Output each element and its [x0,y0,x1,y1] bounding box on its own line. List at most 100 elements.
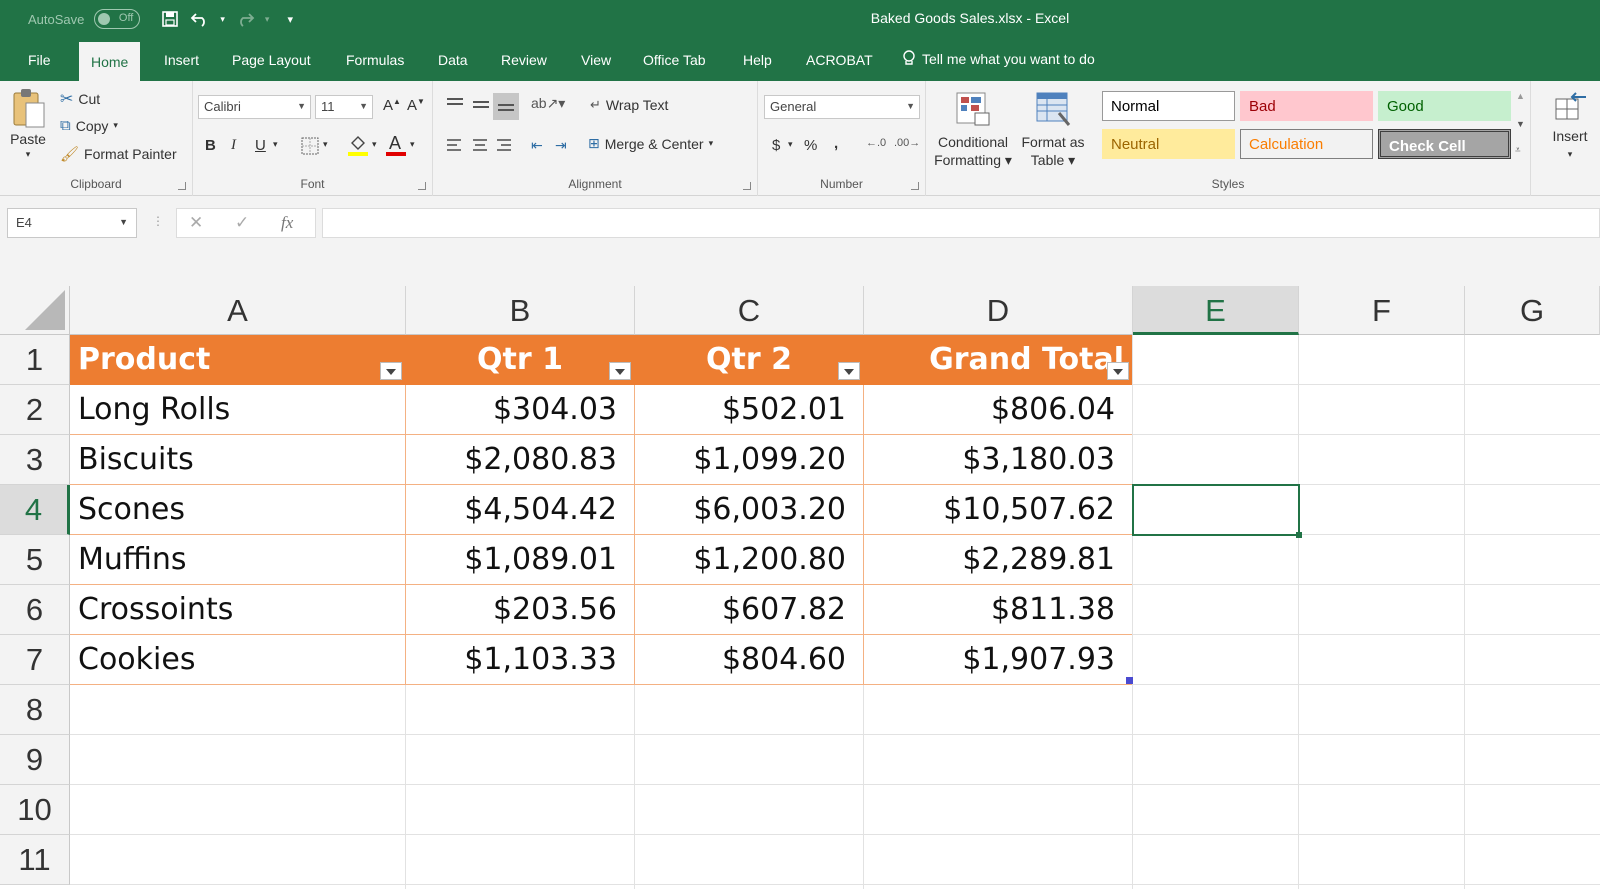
number-launcher-icon[interactable] [911,182,919,190]
paste-button[interactable]: Paste ▾ [10,87,46,160]
style-good[interactable]: Good [1378,91,1511,121]
column-header-a[interactable]: A [70,286,406,335]
table-cell[interactable]: $10,507.62 [864,485,1133,535]
name-box[interactable]: E4 ▼ [7,208,137,238]
filter-dropdown-icon[interactable] [609,362,631,380]
format-painter-button[interactable]: 🖌 Format Painter [60,145,177,163]
row-header-9[interactable]: 9 [0,735,70,785]
active-cell-e4[interactable] [1132,484,1300,536]
table-cell[interactable]: Biscuits [70,435,406,485]
filter-dropdown-icon[interactable] [380,362,402,380]
table-cell[interactable]: $1,200.80 [635,535,864,585]
style-neutral[interactable]: Neutral [1102,129,1235,159]
row-header-3[interactable]: 3 [0,435,70,485]
underline-dropdown-icon[interactable]: ▾ [273,139,278,150]
font-name-select[interactable]: Calibri ▼ [198,95,311,119]
align-right-icon[interactable] [495,137,513,158]
table-cell[interactable]: $304.03 [406,385,635,435]
row-header-2[interactable]: 2 [0,385,70,435]
font-launcher-icon[interactable] [418,182,426,190]
percent-button[interactable]: % [804,137,817,154]
row-header-1[interactable]: 1 [0,335,70,385]
font-color-icon[interactable]: A [385,133,407,162]
column-header-b[interactable]: B [406,286,635,335]
insert-function-button[interactable]: fx [281,213,293,233]
increase-indent-icon[interactable]: ⇥ [555,137,567,154]
currency-dropdown-icon[interactable]: ▾ [788,139,793,150]
decrease-decimal-icon[interactable]: .00→ [894,137,920,149]
row-header-8[interactable]: 8 [0,685,70,735]
italic-button[interactable]: I [231,137,236,154]
cut-button[interactable]: ✂ Cut [60,89,100,109]
tab-home[interactable]: Home [79,42,141,81]
fill-color-icon[interactable] [347,133,369,162]
row-header-11[interactable]: 11 [0,835,70,885]
filter-dropdown-icon[interactable] [1107,362,1129,380]
table-header-product[interactable]: Product [70,335,406,385]
orientation-icon[interactable]: ab↗▾ [531,95,565,112]
formula-bar-grip-icon[interactable]: ⋮ [152,214,164,228]
column-header-c[interactable]: C [635,286,864,335]
tab-acrobat[interactable]: ACROBAT [802,50,877,81]
comma-style-button[interactable]: , [834,135,838,152]
table-resize-handle[interactable] [1126,677,1133,684]
align-left-icon[interactable] [445,137,463,158]
table-cell[interactable]: $6,003.20 [635,485,864,535]
fill-color-dropdown-icon[interactable]: ▾ [372,139,377,150]
row-header-5[interactable]: 5 [0,535,70,585]
merge-center-button[interactable]: ⊞ Merge & Center ▾ [588,135,713,152]
table-cell[interactable]: $1,089.01 [406,535,635,585]
table-cell[interactable]: Scones [70,485,406,535]
style-calculation[interactable]: Calculation [1240,129,1373,159]
empty-cells-region[interactable] [70,685,1600,889]
table-cell[interactable]: $203.56 [406,585,635,635]
enter-icon[interactable]: ✓ [235,213,249,233]
borders-dropdown-icon[interactable]: ▾ [323,139,328,150]
table-cell[interactable]: $3,180.03 [864,435,1133,485]
middle-align-icon[interactable] [471,97,491,118]
tab-formulas[interactable]: Formulas [342,50,408,81]
row-header-7[interactable]: 7 [0,635,70,685]
increase-decimal-icon[interactable]: ←.0 [866,137,886,149]
column-header-f[interactable]: F [1299,286,1465,335]
table-cell[interactable]: $2,289.81 [864,535,1133,585]
table-cell[interactable]: $1,099.20 [635,435,864,485]
table-cell[interactable]: $806.04 [864,385,1133,435]
underline-button[interactable]: U [255,137,266,154]
bold-button[interactable]: B [205,137,216,154]
conditional-formatting-button[interactable]: Conditional Formatting ▾ [934,89,1012,169]
tab-view[interactable]: View [577,50,615,81]
tab-review[interactable]: Review [497,50,551,81]
style-normal[interactable]: Normal [1102,91,1235,121]
column-header-g[interactable]: G [1465,286,1600,335]
wrap-text-button[interactable]: ↵ Wrap Text [590,97,668,113]
tab-insert[interactable]: Insert [160,50,203,81]
font-color-dropdown-icon[interactable]: ▾ [410,139,415,150]
decrease-indent-icon[interactable]: ⇤ [531,137,543,154]
table-cell[interactable]: $4,504.42 [406,485,635,535]
row-header-10[interactable]: 10 [0,785,70,835]
row-header-6[interactable]: 6 [0,585,70,635]
borders-icon[interactable] [301,137,319,160]
decrease-font-size-icon[interactable]: A▼ [407,97,425,114]
insert-cells-button[interactable]: Insert ▾ [1545,89,1595,160]
bottom-align-icon[interactable] [493,93,519,120]
column-header-e[interactable]: E [1133,286,1299,335]
table-header-qtr1[interactable]: Qtr 1 [406,335,635,385]
styles-scroll-down-icon[interactable]: ▼ [1516,119,1525,129]
style-check-cell[interactable]: Check Cell [1378,129,1511,159]
copy-button[interactable]: ⧉ Copy ▾ [60,117,118,134]
table-cell[interactable]: Muffins [70,535,406,585]
clipboard-launcher-icon[interactable] [178,182,186,190]
cancel-icon[interactable]: ✕ [189,213,203,233]
tab-help[interactable]: Help [739,50,776,81]
tab-data[interactable]: Data [434,50,472,81]
tab-file[interactable]: File [24,50,55,81]
table-cell[interactable]: $1,907.93 [864,635,1133,685]
increase-font-size-icon[interactable]: A▲ [383,97,401,114]
row-header-4[interactable]: 4 [0,485,70,535]
table-cell[interactable]: $2,080.83 [406,435,635,485]
number-format-select[interactable]: General ▼ [764,95,920,119]
alignment-launcher-icon[interactable] [743,182,751,190]
table-cell[interactable]: $1,103.33 [406,635,635,685]
